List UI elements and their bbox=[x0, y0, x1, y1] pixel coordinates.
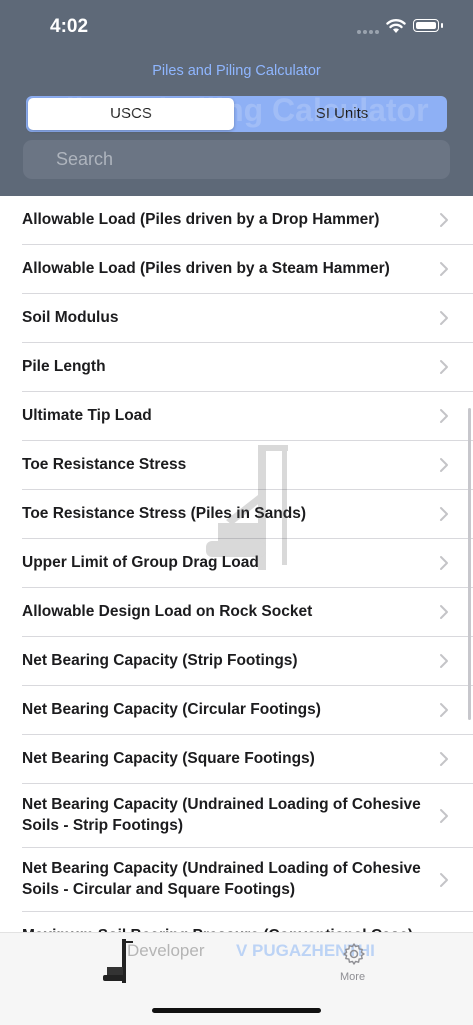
list-item-label: Net Bearing Capacity (Circular Footings) bbox=[22, 701, 321, 718]
wifi-icon bbox=[386, 19, 406, 33]
list-item-label: Allowable Design Load on Rock Socket bbox=[22, 603, 313, 620]
list-item[interactable]: Net Bearing Capacity (Undrained Loading … bbox=[22, 848, 473, 912]
list-item[interactable]: Allowable Design Load on Rock Socket bbox=[22, 588, 473, 637]
chevron-right-icon bbox=[440, 654, 448, 668]
list-item-label: Toe Resistance Stress bbox=[22, 456, 187, 473]
home-indicator bbox=[152, 1008, 321, 1013]
chevron-right-icon bbox=[440, 458, 448, 472]
list-item-label: Upper Limit of Group Drag Load bbox=[22, 554, 259, 571]
list-item[interactable]: Allowable Load (Piles driven by a Drop H… bbox=[22, 196, 473, 245]
chevron-right-icon bbox=[440, 311, 448, 325]
list-item[interactable]: Pile Length bbox=[22, 343, 473, 392]
list-item-label: Soil Modulus bbox=[22, 309, 119, 326]
status-time: 4:02 bbox=[50, 16, 89, 37]
chevron-right-icon bbox=[440, 872, 448, 887]
list-item[interactable]: Net Bearing Capacity (Square Footings) bbox=[22, 735, 473, 784]
gear-icon[interactable] bbox=[342, 942, 366, 966]
chevron-right-icon bbox=[440, 605, 448, 619]
list-item[interactable]: Upper Limit of Group Drag Load bbox=[22, 539, 473, 588]
list-item[interactable]: Allowable Load (Piles driven by a Steam … bbox=[22, 245, 473, 294]
list-item-label: Maximum Soil Bearing Pressure (Conventio… bbox=[22, 912, 473, 932]
chevron-right-icon bbox=[440, 409, 448, 423]
list-item[interactable]: Toe Resistance Stress (Piles in Sands) bbox=[22, 490, 473, 539]
chevron-right-icon bbox=[440, 703, 448, 717]
chevron-right-icon bbox=[440, 752, 448, 766]
list-item-label: Pile Length bbox=[22, 358, 106, 375]
list-item[interactable]: Toe Resistance Stress bbox=[22, 441, 473, 490]
list-item[interactable]: Net Bearing Capacity (Undrained Loading … bbox=[22, 784, 473, 848]
chevron-right-icon bbox=[440, 360, 448, 374]
list-item-label: Net Bearing Capacity (Undrained Loading … bbox=[22, 860, 421, 898]
search-field[interactable]: Search bbox=[23, 140, 450, 179]
list-item-label: Toe Resistance Stress (Piles in Sands) bbox=[22, 505, 306, 522]
tab-more-label[interactable]: More bbox=[340, 971, 365, 983]
chevron-right-icon bbox=[440, 556, 448, 570]
list-item-label: Net Bearing Capacity (Square Footings) bbox=[22, 750, 315, 767]
chevron-right-icon bbox=[440, 808, 448, 823]
list-item[interactable]: Net Bearing Capacity (Circular Footings) bbox=[22, 686, 473, 735]
status-bar: 4:02 bbox=[0, 0, 473, 52]
segment-uscs[interactable]: USCS bbox=[28, 98, 234, 130]
list-item-label: Allowable Load (Piles driven by a Steam … bbox=[22, 260, 390, 277]
chevron-right-icon bbox=[440, 507, 448, 521]
navigation-header: 4:02 Piles and Piling Calculator USCS SI… bbox=[0, 0, 473, 196]
search-input[interactable]: Search bbox=[56, 140, 113, 179]
list-item[interactable]: Ultimate Tip Load bbox=[22, 392, 473, 441]
list-item-label: Net Bearing Capacity (Strip Footings) bbox=[22, 652, 298, 669]
list-item-label: Ultimate Tip Load bbox=[22, 407, 152, 424]
calculator-list: Allowable Load (Piles driven by a Drop H… bbox=[0, 196, 473, 932]
list-item[interactable]: Maximum Soil Bearing Pressure (Conventio… bbox=[22, 912, 473, 932]
developer-label: Developer bbox=[127, 941, 205, 960]
signal-icon bbox=[357, 28, 379, 34]
list-item[interactable]: Soil Modulus bbox=[22, 294, 473, 343]
battery-icon bbox=[413, 19, 443, 32]
list-item-label: Allowable Load (Piles driven by a Drop H… bbox=[22, 211, 380, 228]
nav-title: Piles and Piling Calculator bbox=[152, 63, 321, 79]
units-segmented-control[interactable]: USCS SI Units bbox=[26, 96, 447, 132]
list-item[interactable]: Net Bearing Capacity (Strip Footings) bbox=[22, 637, 473, 686]
list-item-label: Net Bearing Capacity (Undrained Loading … bbox=[22, 796, 421, 834]
chevron-right-icon bbox=[440, 262, 448, 276]
segment-si-units[interactable]: SI Units bbox=[239, 98, 445, 130]
scrollbar[interactable] bbox=[468, 408, 471, 720]
chevron-right-icon bbox=[440, 213, 448, 227]
